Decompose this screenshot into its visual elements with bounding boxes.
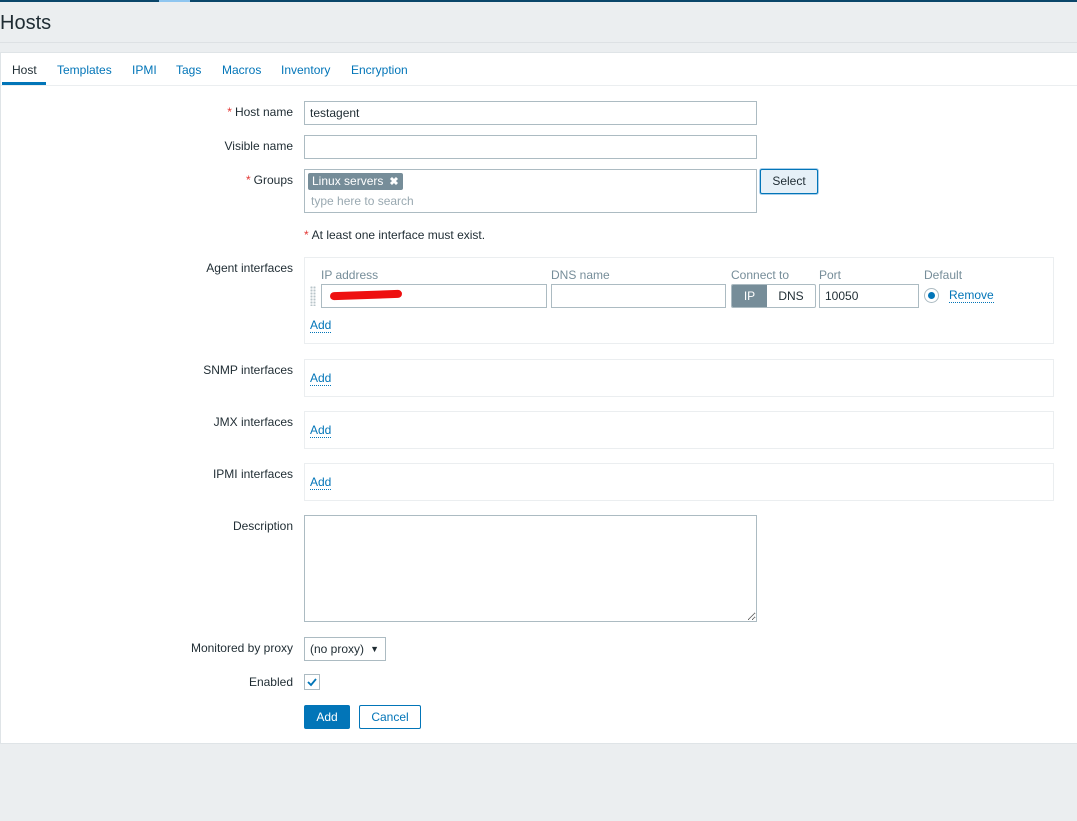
add-button[interactable]: Add — [304, 705, 350, 729]
redaction-mark — [329, 289, 403, 301]
connect-to-toggle: IP DNS — [731, 284, 816, 308]
remove-interface-link[interactable]: Remove — [949, 289, 994, 303]
col-ip-address: IP address — [321, 268, 379, 282]
tab-encryption[interactable]: Encryption — [351, 63, 408, 77]
required-marker: * — [245, 173, 251, 187]
checkmark-icon — [307, 678, 317, 687]
add-snmp-interface-link[interactable]: Add — [310, 372, 332, 386]
add-jmx-interface-link[interactable]: Add — [310, 424, 332, 438]
connect-ip-option[interactable]: IP — [732, 285, 767, 307]
tab-templates[interactable]: Templates — [57, 63, 112, 77]
host-name-input[interactable] — [304, 101, 757, 125]
snmp-interfaces-label: SNMP interfaces — [203, 363, 293, 377]
page-title: Hosts — [0, 12, 52, 34]
tab-tags[interactable]: Tags — [176, 63, 201, 77]
required-marker: * — [227, 105, 232, 119]
close-icon[interactable]: ✖ — [389, 176, 398, 188]
add-ipmi-interface-link[interactable]: Add — [310, 476, 332, 490]
visible-name-label: Visible name — [224, 139, 293, 153]
drag-handle-icon[interactable] — [310, 286, 316, 306]
description-label: Description — [232, 519, 293, 533]
ip-address-input[interactable] — [321, 284, 547, 308]
col-dns-name: DNS name — [551, 268, 610, 282]
col-connect-to: Connect to — [731, 268, 790, 282]
proxy-select[interactable]: (no proxy) ▼ — [304, 637, 386, 661]
snmp-interfaces-box: Add — [304, 359, 1054, 397]
agent-interfaces-label: Agent interfaces — [206, 261, 293, 275]
col-port: Port — [819, 268, 842, 282]
groups-search-placeholder[interactable]: type here to search — [311, 194, 414, 208]
tab-macros[interactable]: Macros — [222, 63, 261, 77]
description-textarea[interactable] — [304, 515, 757, 622]
tab-inventory[interactable]: Inventory — [281, 63, 330, 77]
host-name-label: * Host name — [227, 105, 293, 119]
jmx-interfaces-label: JMX interfaces — [213, 415, 293, 429]
enabled-checkbox[interactable] — [304, 674, 320, 690]
port-input[interactable] — [819, 284, 919, 308]
tab-host[interactable]: Host — [12, 63, 37, 77]
ipmi-interfaces-box: Add — [304, 463, 1054, 501]
col-default: Default — [924, 268, 963, 282]
add-agent-interface-link[interactable]: Add — [310, 319, 332, 333]
tab-bar: Host Templates IPMI Tags Macros Inventor… — [1, 53, 1077, 86]
group-chip: Linux servers ✖ — [308, 173, 403, 190]
groups-multiselect[interactable]: Linux servers ✖ type here to search — [304, 169, 757, 213]
interface-hint: * At least one interface must exist. — [304, 228, 486, 242]
host-form-container: Host Templates IPMI Tags Macros Inventor… — [0, 52, 1077, 744]
connect-dns-option[interactable]: DNS — [767, 285, 815, 307]
groups-label: * Groups — [245, 173, 293, 187]
enabled-label: Enabled — [248, 675, 293, 689]
agent-interfaces-table: IP address DNS name Connect to Port Defa… — [304, 257, 1054, 344]
default-interface-radio[interactable] — [924, 288, 939, 303]
tab-ipmi[interactable]: IPMI — [132, 63, 157, 77]
cancel-button[interactable]: Cancel — [359, 705, 421, 729]
active-tab-indicator — [2, 82, 46, 85]
visible-name-input[interactable] — [304, 135, 757, 159]
ipmi-interfaces-label: IPMI interfaces — [212, 467, 293, 481]
dropdown-arrow-icon: ▼ — [370, 644, 379, 654]
jmx-interfaces-box: Add — [304, 411, 1054, 449]
page-header: Hosts — [0, 2, 1077, 43]
select-groups-button[interactable]: Select — [760, 169, 818, 194]
proxy-label: Monitored by proxy — [190, 641, 293, 655]
dns-name-input[interactable] — [551, 284, 726, 308]
